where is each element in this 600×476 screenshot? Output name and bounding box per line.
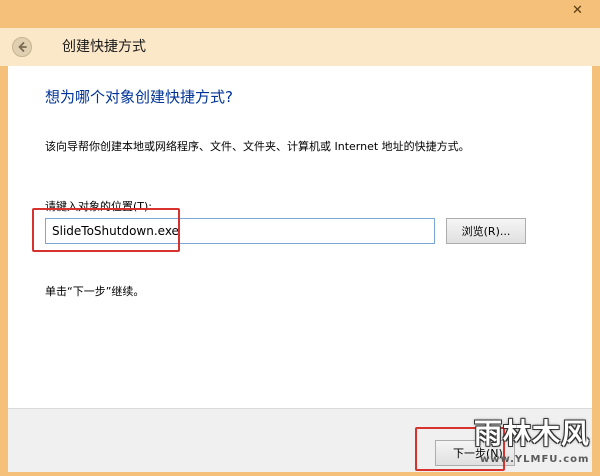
wizard-title: 创建快捷方式: [62, 39, 146, 55]
wizard-description: 该向导帮你创建本地或网络程序、文件、文件夹、计算机或 Internet 地址的快…: [45, 140, 470, 153]
location-input[interactable]: [45, 218, 435, 244]
wizard-content: 想为哪个对象创建快捷方式? 该向导帮你创建本地或网络程序、文件、文件夹、计算机或…: [8, 66, 592, 408]
browse-button[interactable]: 浏览(R)...: [446, 218, 526, 244]
close-icon: ✕: [572, 2, 583, 18]
location-label: 请键入对象的位置(T):: [45, 200, 153, 213]
continue-hint: 单击“下一步”继续。: [45, 285, 145, 298]
close-button[interactable]: ✕: [555, 0, 600, 20]
back-button[interactable]: [12, 37, 32, 57]
back-arrow-icon: [18, 42, 27, 52]
next-button[interactable]: 下一步(N): [435, 440, 515, 466]
page-question: 想为哪个对象创建快捷方式?: [45, 88, 233, 106]
window-titlebar: ✕: [0, 0, 600, 28]
wizard-header: 创建快捷方式: [0, 28, 600, 66]
wizard-footer: 下一步(N): [8, 408, 592, 472]
